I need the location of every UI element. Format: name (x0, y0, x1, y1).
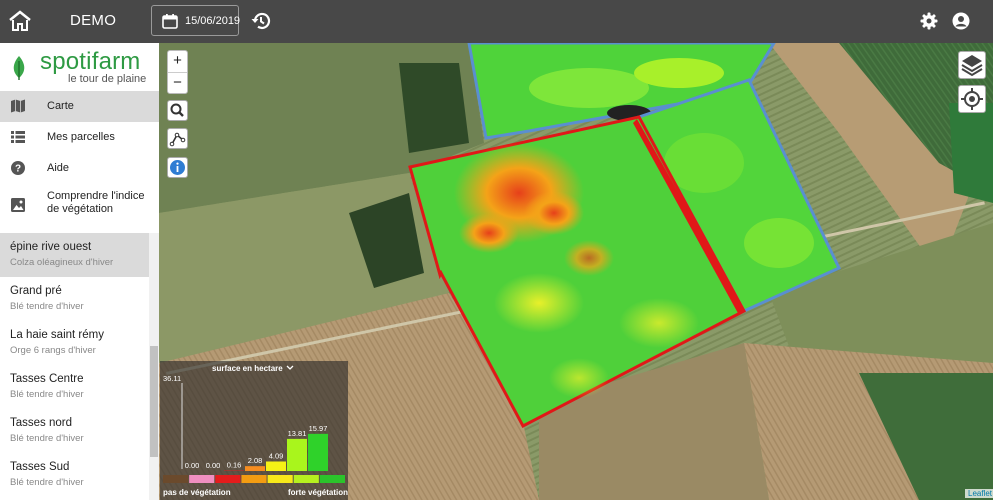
parcel-crop: Orge 6 rangs d'hiver (10, 345, 96, 356)
parcel-crop: Blé tendre d'hiver (10, 389, 84, 400)
nav-item-label: Carte (47, 100, 74, 112)
nav-item-mes-parcelles[interactable]: Mes parcelles (0, 122, 159, 153)
layers-icon (961, 55, 983, 77)
legend-low-label: pas de végétation (163, 488, 231, 497)
nav-item-carte[interactable]: Carte (0, 91, 159, 122)
legend-high-label: forte végétation (288, 488, 349, 497)
info-icon (170, 160, 185, 175)
locate-button[interactable] (958, 85, 986, 113)
parcel-crop: Blé tendre d'hiver (10, 477, 84, 488)
parcel-name: La haie saint rémy (10, 329, 104, 341)
list-item[interactable]: Tasses Centre Blé tendre d'hiver (0, 365, 149, 409)
histogram-bar-label: 15.97 (309, 424, 328, 433)
zoom-control: + − (167, 50, 188, 94)
parcel-name: Tasses nord (10, 417, 73, 429)
parcel-crop: Colza oléagineux d'hiver (10, 257, 114, 268)
nav-item-label: Aide (47, 162, 70, 174)
color-scale-swatch (241, 475, 267, 483)
histogram-bar-label: 4.09 (269, 451, 284, 460)
vegetation-legend: surface en hectare 36.11 0.00 0.00 0.16 2.0… (160, 361, 348, 500)
color-scale-swatch (293, 475, 319, 483)
parcel-crop: Blé tendre d'hiver (10, 433, 84, 444)
chevron-down-icon[interactable] (286, 365, 294, 370)
sidebar: spotifarm le tour de plaine Carte Mes pa… (0, 43, 159, 500)
histogram-bar (266, 461, 286, 471)
search-icon (170, 103, 184, 117)
calendar-icon (162, 14, 178, 29)
color-scale-swatch (189, 475, 215, 483)
logo-tagline: le tour de plaine (68, 73, 147, 85)
parcel-crop: Blé tendre d'hiver (10, 301, 84, 312)
histogram-chart: 0.00 0.00 0.16 2.08 4.09 13.8115.97 (163, 365, 345, 483)
app-title: DEMO (70, 12, 117, 29)
color-scale-swatch (267, 475, 293, 483)
help-icon: ? (11, 161, 25, 175)
histogram-bar-label: 0.16 (227, 461, 242, 470)
parcel-name: Tasses Sud (10, 461, 70, 473)
measure-icon (169, 132, 186, 147)
zoom-out-button[interactable]: − (168, 73, 187, 94)
histogram-bar-label: 0.00 (206, 461, 221, 470)
parcel-name: épine rive ouest (10, 241, 92, 253)
logo: spotifarm le tour de plaine (0, 43, 159, 91)
color-scale-swatch (215, 475, 241, 483)
measure-button[interactable] (167, 128, 188, 149)
image-icon (11, 198, 25, 212)
color-scale-swatch (319, 475, 345, 483)
crosshair-icon (961, 88, 983, 110)
account-icon[interactable] (952, 12, 970, 30)
list-item[interactable]: épine rive ouest Colza oléagineux d'hive… (0, 233, 149, 277)
parcel-name: Tasses Centre (10, 373, 84, 385)
histogram-bar (308, 433, 328, 471)
list-item[interactable]: La haie saint rémy Orge 6 rangs d'hiver (0, 321, 149, 365)
gear-icon[interactable] (920, 12, 938, 30)
zoom-in-button[interactable]: + (168, 51, 187, 73)
histogram-bar (245, 466, 265, 471)
list-icon (11, 131, 25, 143)
list-item[interactable]: Tasses nord Blé tendre d'hiver (0, 409, 149, 453)
nav-item-aide[interactable]: ? Aide (0, 153, 159, 184)
leaf-icon (13, 56, 25, 80)
scrollbar-thumb[interactable] (150, 346, 158, 457)
info-button[interactable] (167, 157, 188, 178)
date-picker-button[interactable]: 15/06/2019 (151, 5, 241, 36)
history-icon[interactable] (250, 10, 272, 32)
parcel-name: Grand pré (10, 285, 62, 297)
layers-button[interactable] (958, 51, 986, 79)
histogram-bar (287, 438, 307, 471)
nav-item-comprendre-indice[interactable]: Comprendre l'indice de végétation (0, 184, 159, 228)
selected-date: 15/06/2019 (185, 15, 241, 27)
histogram-bar-label: 13.81 (288, 429, 307, 438)
parcel-list: épine rive ouest Colza oléagineux d'hive… (0, 233, 149, 497)
color-scale-swatch (163, 475, 189, 483)
map-icon (11, 99, 25, 113)
histogram-bar-label: 2.08 (248, 456, 263, 465)
main-nav: Carte Mes parcelles ? Aide Comprendre l'… (0, 91, 159, 228)
logo-brand: spotifarm (40, 48, 141, 75)
map-attribution[interactable]: Leaflet (965, 489, 993, 498)
nav-item-label: Comprendre l'indice de végétation (47, 190, 145, 215)
list-item[interactable]: Tasses Sud Blé tendre d'hiver (0, 453, 149, 497)
nav-item-label: Mes parcelles (47, 131, 115, 143)
svg-text:?: ? (15, 164, 21, 175)
list-item[interactable]: Grand pré Blé tendre d'hiver (0, 277, 149, 321)
home-icon[interactable] (8, 10, 32, 32)
top-bar: DEMO 15/06/2019 (0, 0, 993, 43)
search-button[interactable] (167, 100, 188, 121)
histogram-bar-label: 0.00 (185, 461, 200, 470)
